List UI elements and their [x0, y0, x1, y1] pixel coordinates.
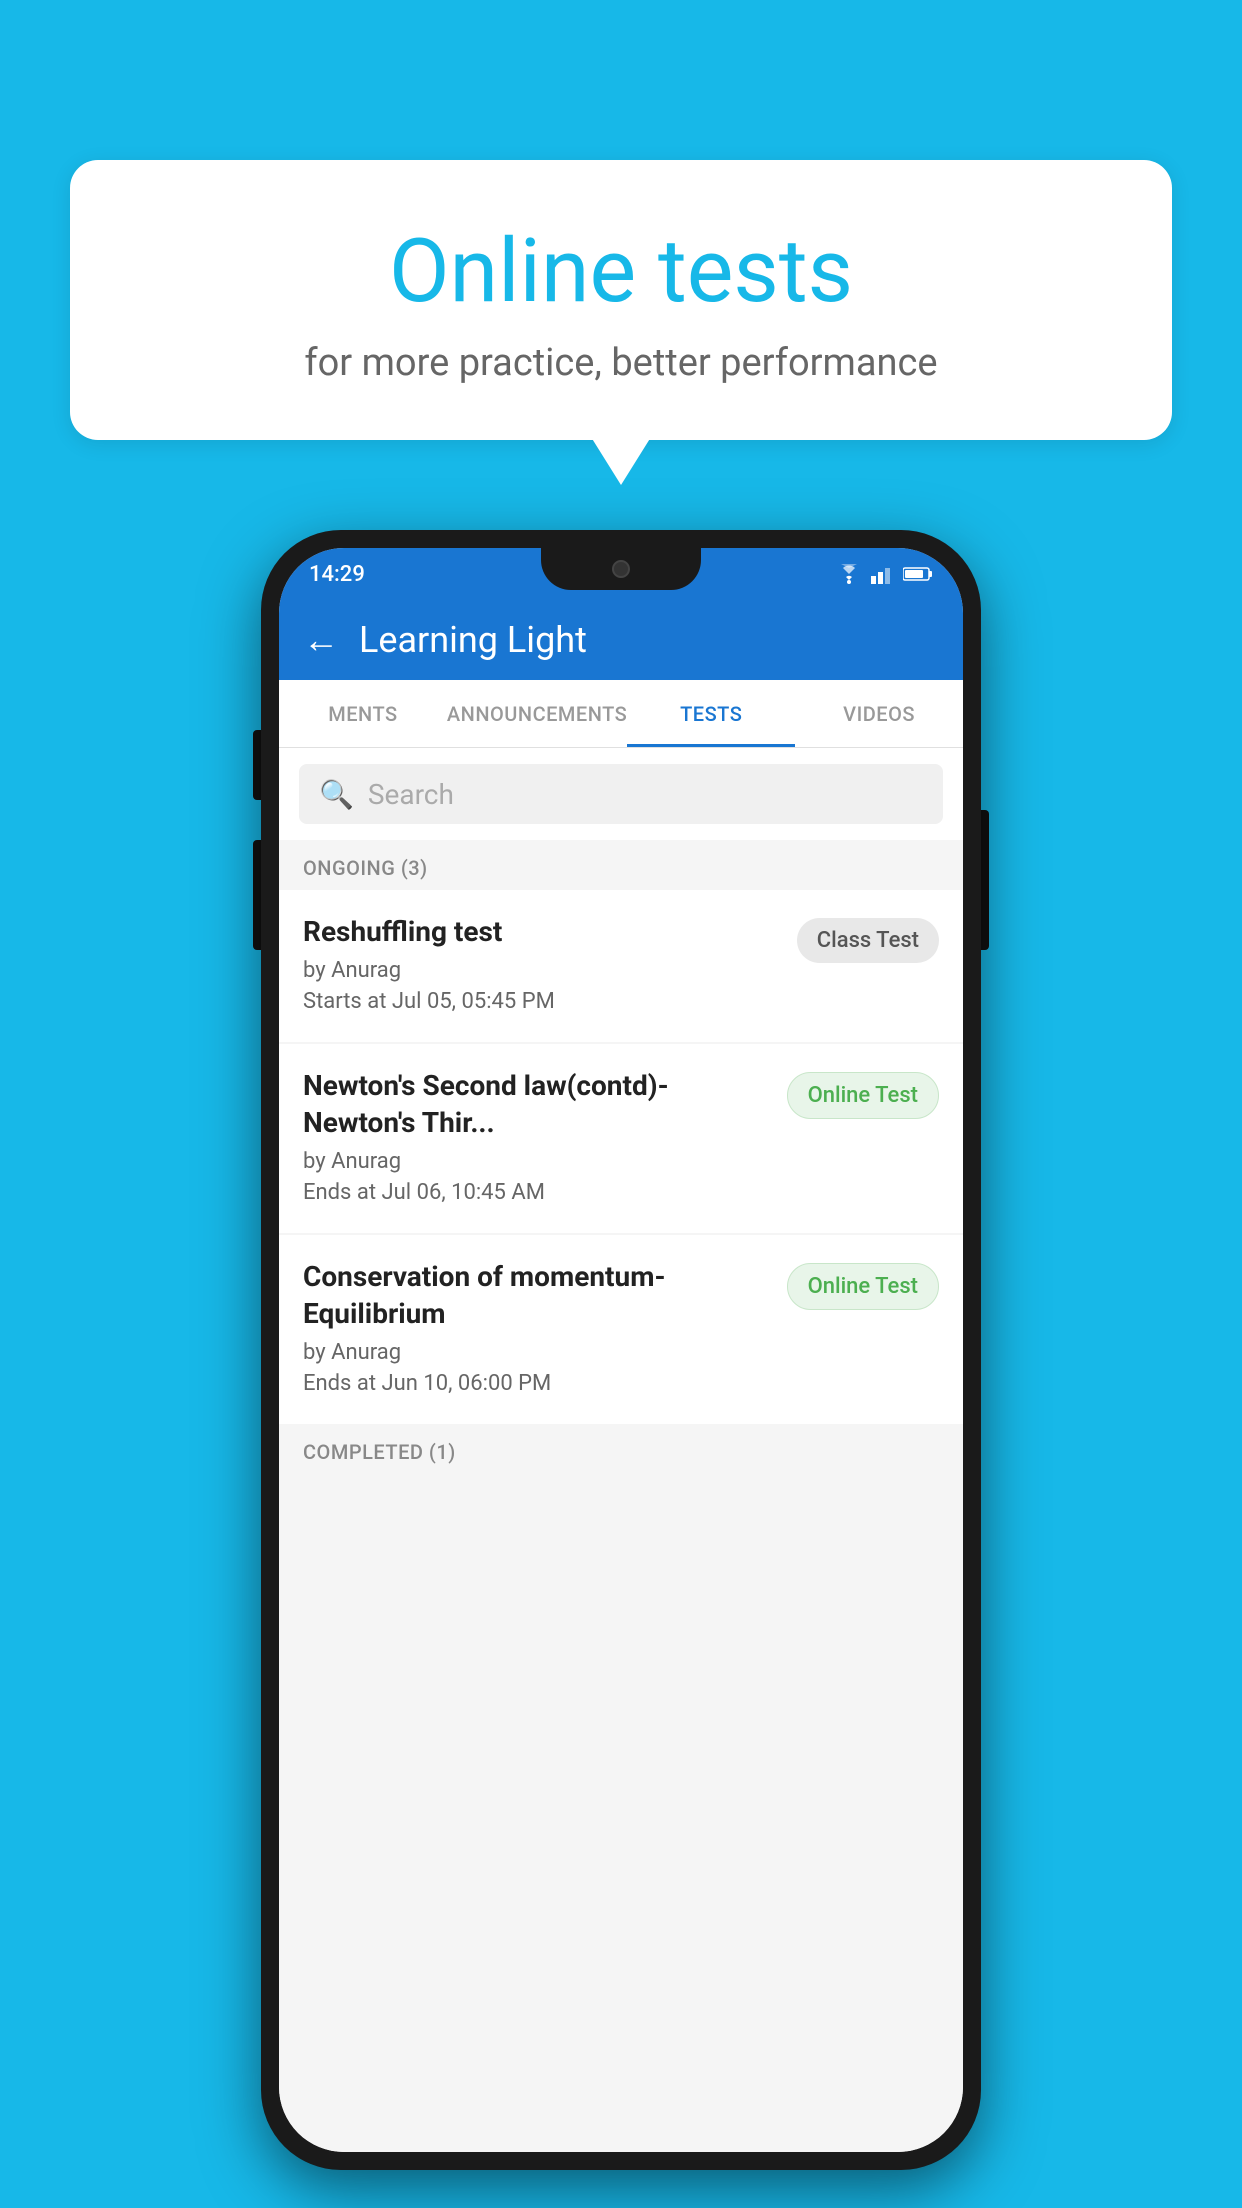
search-box[interactable]: 🔍 Search [299, 764, 943, 824]
content-area: 🔍 Search ONGOING (3) Reshuffling test by… [279, 748, 963, 2152]
bubble-subtitle: for more practice, better performance [120, 341, 1122, 385]
search-icon: 🔍 [319, 778, 354, 811]
test-author-reshuffling: by Anurag [303, 958, 781, 983]
test-card-reshuffling[interactable]: Reshuffling test by Anurag Starts at Jul… [279, 890, 963, 1042]
app-header: ← Learning Light [279, 600, 963, 680]
phone-screen: 14:29 [279, 548, 963, 2152]
phone-mockup: 14:29 [261, 530, 981, 2170]
status-time: 14:29 [309, 562, 365, 587]
search-placeholder: Search [368, 778, 454, 811]
signal-icon [871, 564, 895, 584]
ongoing-section-header: ONGOING (3) [279, 840, 963, 890]
completed-section-header: COMPLETED (1) [279, 1426, 963, 1472]
app-header-title: Learning Light [359, 619, 587, 661]
test-badge-conservation: Online Test [787, 1263, 939, 1310]
test-badge-newton: Online Test [787, 1072, 939, 1119]
power-button [981, 810, 989, 950]
volume-up-button [253, 730, 261, 800]
phone-notch [541, 548, 701, 590]
test-card-conservation[interactable]: Conservation of momentum-Equilibrium by … [279, 1235, 963, 1424]
test-title-newton: Newton's Second law(contd)-Newton's Thir… [303, 1068, 771, 1141]
back-button[interactable]: ← [303, 619, 339, 661]
test-author-newton: by Anurag [303, 1149, 771, 1174]
tab-videos[interactable]: VIDEOS [795, 680, 963, 747]
battery-icon [903, 566, 933, 582]
test-time-conservation: Ends at Jun 10, 06:00 PM [303, 1371, 771, 1396]
tab-tests[interactable]: TESTS [627, 680, 795, 747]
test-badge-reshuffling: Class Test [797, 918, 939, 963]
test-card-newton[interactable]: Newton's Second law(contd)-Newton's Thir… [279, 1044, 963, 1233]
bubble-title: Online tests [120, 220, 1122, 323]
front-camera [612, 560, 630, 578]
wifi-icon [835, 564, 863, 584]
status-icons [835, 564, 933, 584]
test-info-newton: Newton's Second law(contd)-Newton's Thir… [303, 1068, 787, 1205]
test-title-reshuffling: Reshuffling test [303, 914, 781, 950]
test-info-conservation: Conservation of momentum-Equilibrium by … [303, 1259, 787, 1396]
test-info-reshuffling: Reshuffling test by Anurag Starts at Jul… [303, 914, 797, 1014]
test-time-newton: Ends at Jul 06, 10:45 AM [303, 1180, 771, 1205]
search-container: 🔍 Search [279, 748, 963, 840]
volume-down-button [253, 840, 261, 950]
test-author-conservation: by Anurag [303, 1340, 771, 1365]
test-time-reshuffling: Starts at Jul 05, 05:45 PM [303, 989, 781, 1014]
tabs-bar: MENTS ANNOUNCEMENTS TESTS VIDEOS [279, 680, 963, 748]
tab-assignments[interactable]: MENTS [279, 680, 447, 747]
tab-announcements[interactable]: ANNOUNCEMENTS [447, 680, 627, 747]
test-title-conservation: Conservation of momentum-Equilibrium [303, 1259, 771, 1332]
speech-bubble: Online tests for more practice, better p… [70, 160, 1172, 440]
